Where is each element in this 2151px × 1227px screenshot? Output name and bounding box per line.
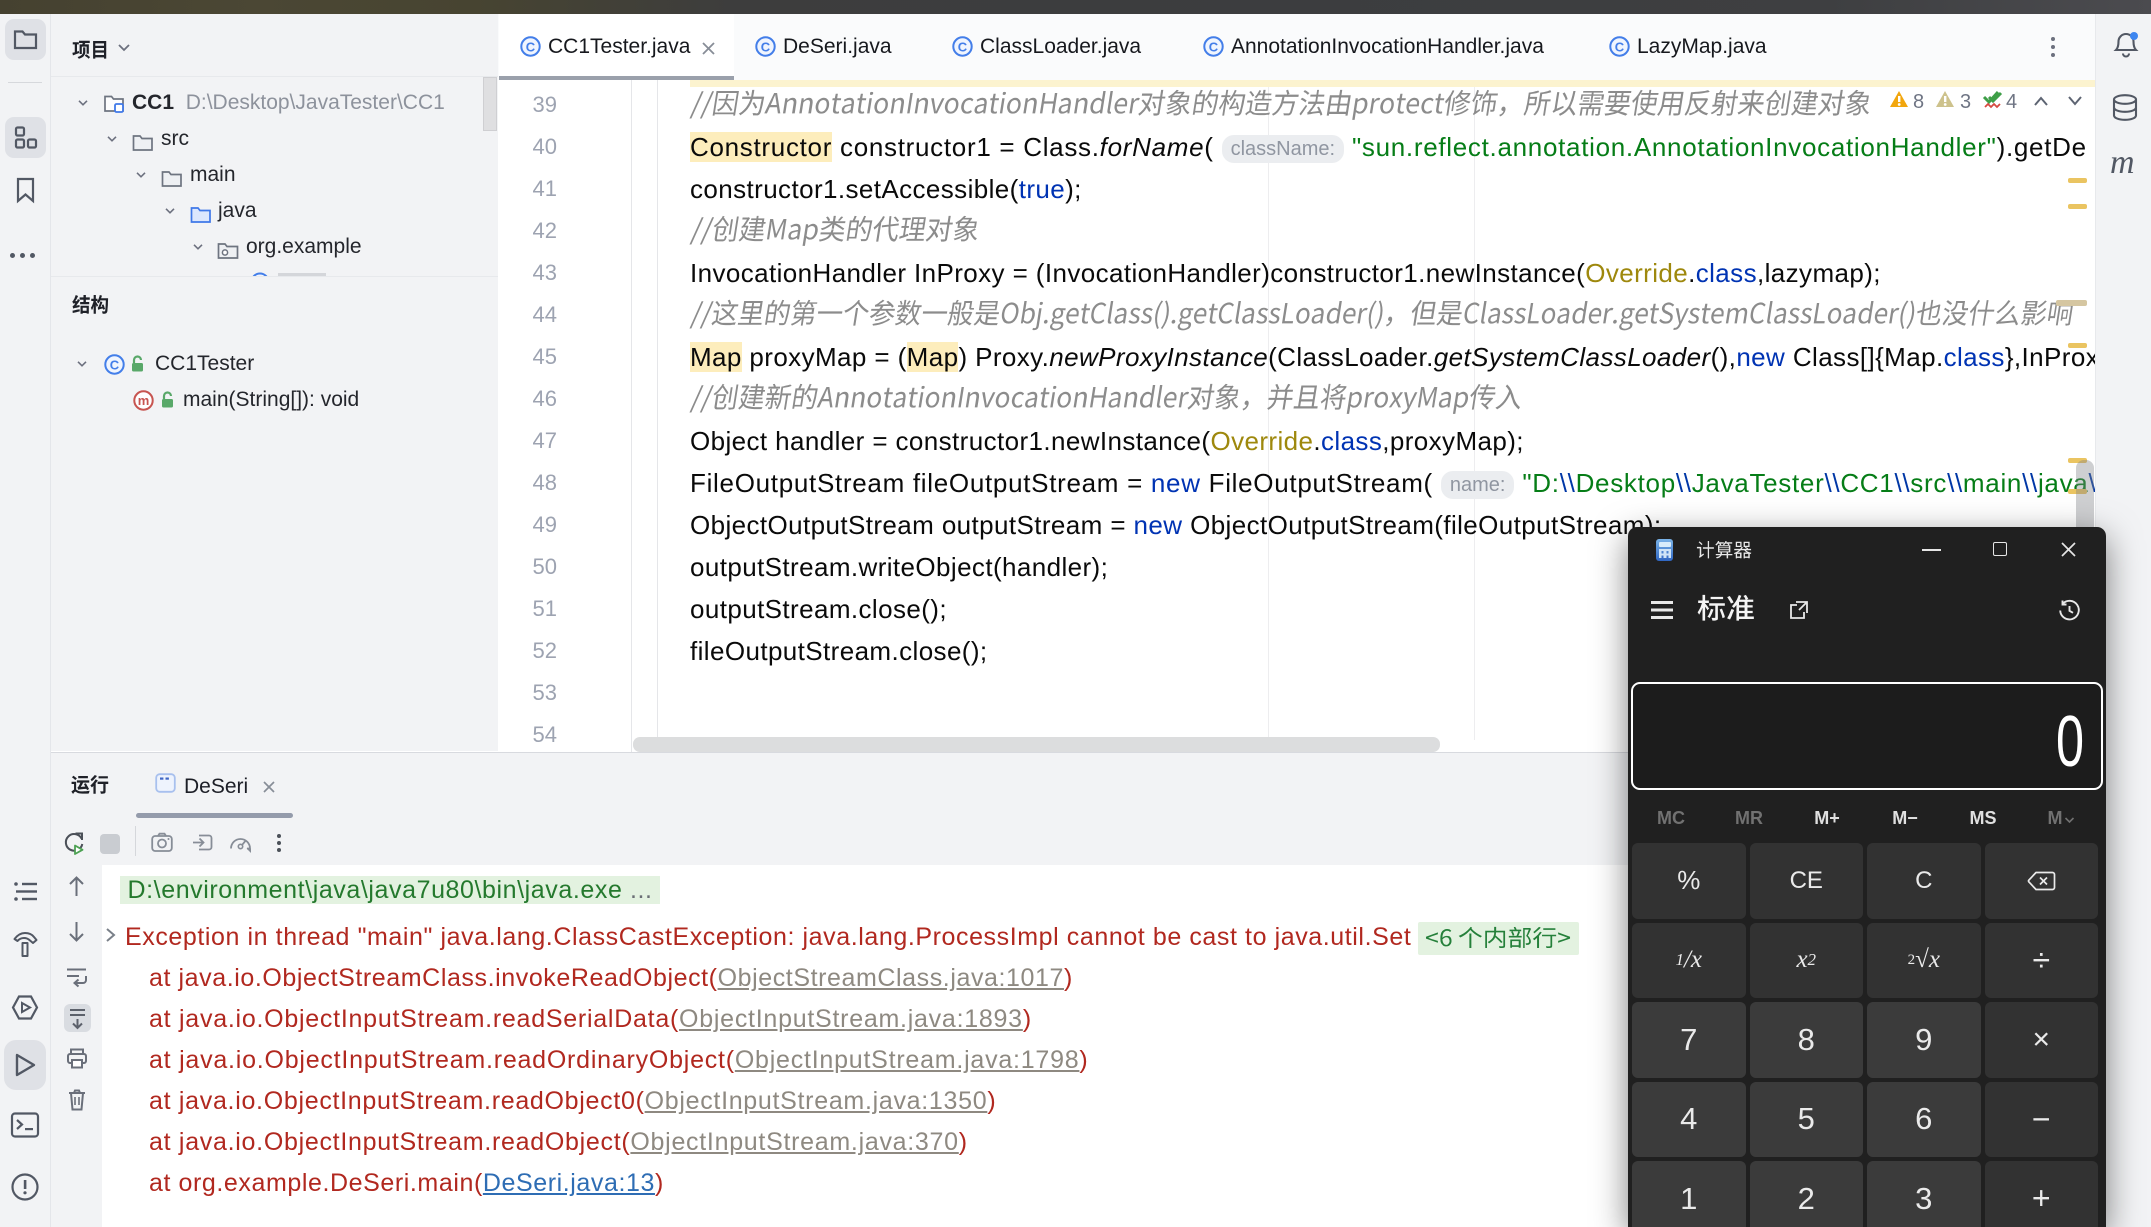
- svg-text:C: C: [110, 357, 120, 372]
- svg-text:C: C: [1209, 39, 1219, 54]
- svg-text:C: C: [761, 39, 771, 54]
- svg-text:C: C: [958, 39, 968, 54]
- svg-text:C: C: [526, 39, 536, 54]
- svg-text:C: C: [1615, 39, 1625, 54]
- svg-text:m: m: [138, 393, 150, 408]
